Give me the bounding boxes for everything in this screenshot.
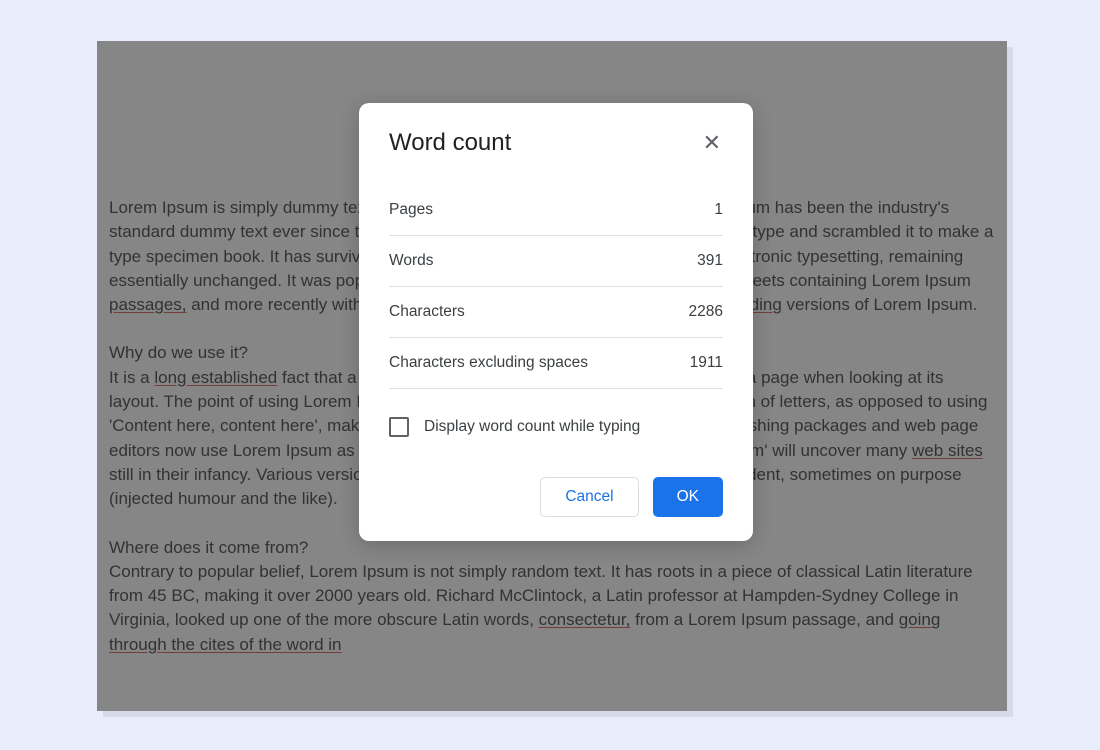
stat-value: 1: [714, 201, 723, 219]
stat-label: Words: [389, 252, 434, 270]
cancel-button[interactable]: Cancel: [540, 477, 638, 517]
stat-row-characters: Characters 2286: [389, 287, 723, 338]
stat-value: 2286: [689, 303, 723, 321]
display-while-typing-checkbox[interactable]: [389, 417, 409, 437]
checkbox-label: Display word count while typing: [424, 418, 640, 436]
close-icon[interactable]: ✕: [701, 130, 723, 156]
stat-value: 1911: [690, 354, 723, 372]
stat-label: Characters excluding spaces: [389, 354, 588, 372]
stat-label: Pages: [389, 201, 433, 219]
stat-row-words: Words 391: [389, 236, 723, 287]
word-count-dialog: Word count ✕ Pages 1 Words 391 Character…: [359, 103, 753, 541]
stat-row-characters-no-spaces: Characters excluding spaces 1911: [389, 338, 723, 389]
dialog-title: Word count: [389, 129, 511, 157]
stat-label: Characters: [389, 303, 465, 321]
stat-value: 391: [697, 252, 723, 270]
stat-row-pages: Pages 1: [389, 185, 723, 236]
ok-button[interactable]: OK: [653, 477, 723, 517]
